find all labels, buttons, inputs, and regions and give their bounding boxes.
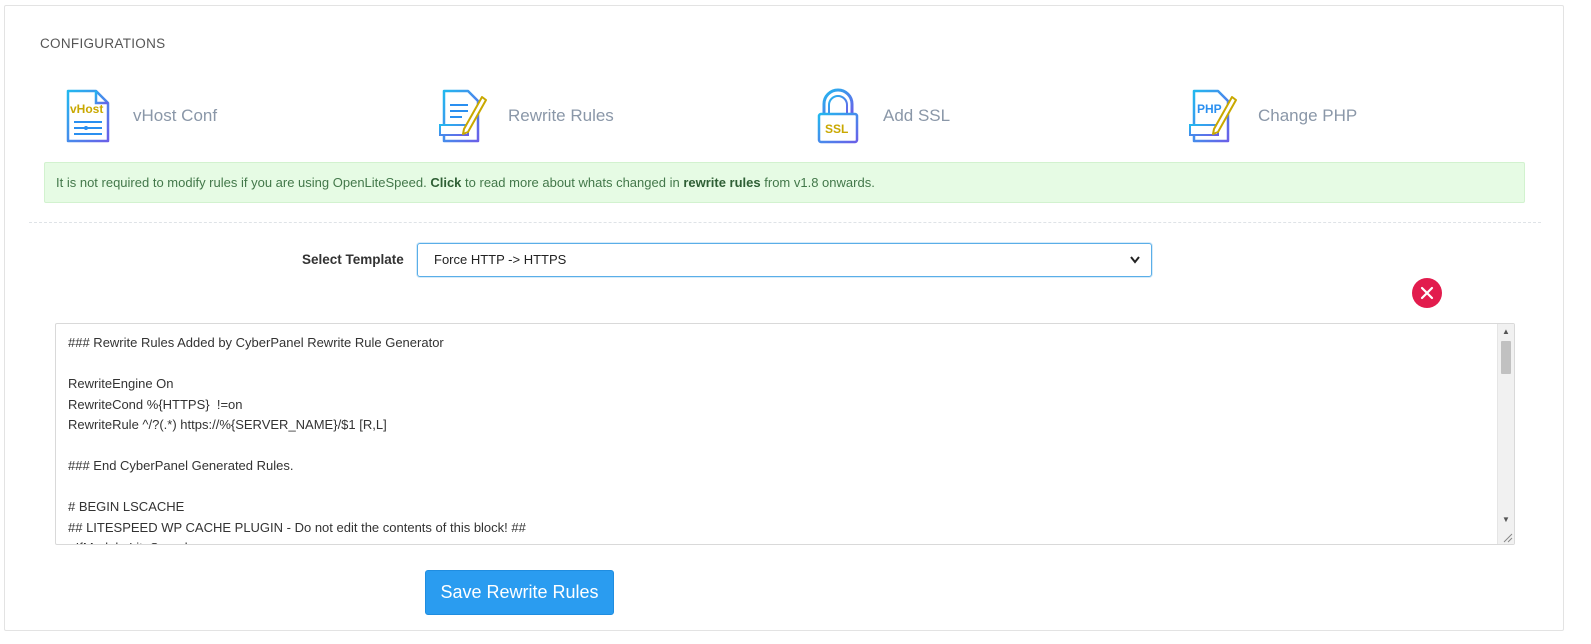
section-title: CONFIGURATIONS bbox=[40, 36, 166, 51]
scrollbar-thumb[interactable] bbox=[1501, 341, 1511, 374]
php-file-pencil-icon: PHP bbox=[1186, 88, 1240, 144]
config-item-vhost-conf[interactable]: vHost vHost Conf bbox=[61, 86, 217, 146]
notice-text: It is not required to modify rules if yo… bbox=[56, 175, 427, 190]
ssl-padlock-icon: SSL bbox=[811, 88, 865, 144]
scroll-down-arrow-icon[interactable]: ▼ bbox=[1498, 512, 1514, 528]
svg-text:PHP: PHP bbox=[1197, 102, 1222, 116]
select-template-label: Select Template bbox=[302, 252, 404, 267]
rewrite-rules-textarea[interactable]: ### Rewrite Rules Added by CyberPanel Re… bbox=[55, 323, 1515, 545]
svg-text:vHost: vHost bbox=[70, 102, 103, 116]
editor-scrollbar[interactable]: ▲ ▼ bbox=[1497, 324, 1514, 544]
chevron-down-icon bbox=[1129, 244, 1141, 288]
configurations-panel: CONFIGURATIONS vHost vHost Conf Rewrite … bbox=[4, 5, 1564, 631]
info-notice: It is not required to modify rules if yo… bbox=[44, 162, 1525, 203]
notice-text: to read more about whats changed in bbox=[465, 175, 680, 190]
config-label: Add SSL bbox=[883, 106, 951, 125]
scroll-up-arrow-icon[interactable]: ▲ bbox=[1498, 324, 1514, 340]
config-row: vHost vHost Conf Rewrite Rules SSL Add S… bbox=[5, 86, 1563, 146]
config-item-rewrite-rules[interactable]: Rewrite Rules bbox=[436, 86, 614, 146]
rewrite-rules-content: ### Rewrite Rules Added by CyberPanel Re… bbox=[68, 335, 526, 544]
notice-text: from v1.8 onwards. bbox=[764, 175, 875, 190]
config-label: Change PHP bbox=[1258, 106, 1358, 125]
notice-click-link[interactable]: Click bbox=[430, 175, 461, 190]
resize-grip-icon[interactable] bbox=[1498, 528, 1514, 544]
rewrite-file-pencil-icon bbox=[436, 88, 490, 144]
config-item-change-php[interactable]: PHP Change PHP bbox=[1186, 86, 1357, 146]
template-select[interactable]: Force HTTP -> HTTPS bbox=[417, 243, 1152, 277]
save-rewrite-rules-button[interactable]: Save Rewrite Rules bbox=[425, 570, 614, 615]
section-divider bbox=[29, 222, 1541, 223]
vhost-file-icon: vHost bbox=[61, 88, 115, 144]
close-icon[interactable] bbox=[1412, 278, 1442, 308]
notice-rewrite-rules-link[interactable]: rewrite rules bbox=[683, 175, 760, 190]
config-label: vHost Conf bbox=[133, 106, 218, 125]
config-label: Rewrite Rules bbox=[508, 106, 614, 125]
config-item-add-ssl[interactable]: SSL Add SSL bbox=[811, 86, 950, 146]
template-selected-value: Force HTTP -> HTTPS bbox=[434, 252, 567, 267]
svg-text:SSL: SSL bbox=[825, 122, 848, 136]
